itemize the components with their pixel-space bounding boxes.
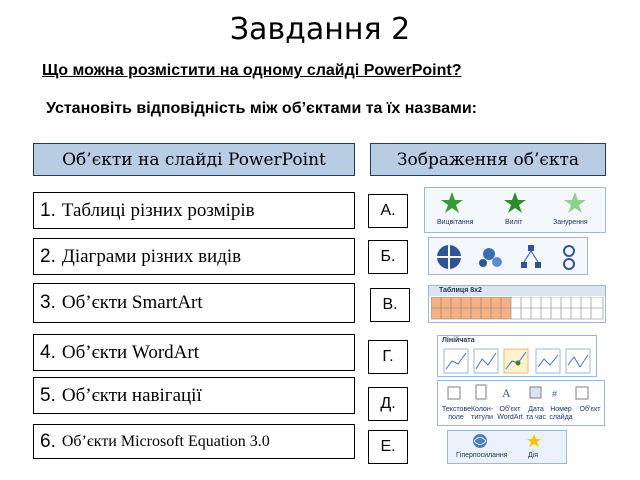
object-label: Таблиці різних розмірів [61,199,255,221]
effect-label: Занурення [553,219,588,226]
object-number: 3. [40,292,56,313]
insert-label: Об’єкт WordArt [497,406,523,421]
star-icon [441,192,463,213]
navigation-links-image: Гіперпосилання Дія [447,430,567,464]
object-number: 5. [40,384,56,406]
smartart-image [428,237,588,275]
chart-types-image: Лінійчата [437,335,597,377]
insert-label: Об’єкт [579,406,601,413]
letter-c: В. [370,288,410,322]
instruction-text: Установіть відповідність між об’єктами т… [46,100,477,117]
letter-d: Г. [368,340,408,374]
svg-text:A: A [502,386,511,400]
object-item-6: 6. Об’єкти Microsoft Equation 3.0 [33,424,355,459]
chart-category-label: Лінійчата [442,337,475,344]
images-header: Зображення об’єкта [370,143,606,176]
svg-text:#: # [552,389,557,399]
page-title: Завдання 2 [229,12,411,47]
star-icon [504,192,526,213]
star-icon [564,192,586,213]
object-item-3: 3. Об’єкти SmartArt [33,283,355,323]
insert-label: Номер слайда [549,406,573,421]
object-item-2: 2. Діаграми різних видів [33,238,355,275]
object-number: 6. [40,430,56,452]
hierarchy-icon [521,245,541,268]
object-item-1: 1. Таблиці різних розмірів [33,192,355,229]
object-number: 2. [40,245,56,267]
globe-icon [473,434,487,448]
action-label: Дія [528,452,539,459]
objects-header: Об’єкти на слайді PowerPoint [33,143,355,176]
insert-icons: A # [447,384,589,400]
star-icon [527,434,541,447]
cycle-icon [563,245,575,270]
table-grid-icon [431,297,604,320]
hyperlink-label: Гіперпосилання [456,452,508,459]
navigation-icons [473,434,541,448]
star-icons [441,192,586,213]
insert-label: Дата та час [526,406,547,421]
letter-f: Е. [368,430,408,464]
animation-effects-image: Вицвітання Виліт Занурення [424,187,606,233]
effect-label: Вицвітання [437,219,474,226]
letter-b: Б. [368,240,408,274]
matrix-icon [437,245,461,269]
table-size-label: Таблиця 8x2 [439,287,482,294]
insert-label: Колон- титули [470,406,494,421]
line-chart-icons [443,348,591,374]
object-number: 1. [40,199,56,221]
gear-icon [479,248,502,267]
letter-a: А. [368,194,408,228]
object-label: Об’єкти SmartArt [61,292,203,313]
object-label: Діаграми різних видів [61,245,242,267]
object-item-4: 4. Об’єкти WordArt [33,334,355,371]
effect-label: Виліт [505,219,523,226]
insert-label: Текстове поле [442,406,471,421]
smartart-icons [437,245,575,270]
letter-e: Д. [368,387,408,421]
object-number: 4. [40,341,56,363]
object-item-5: 5. Об’єкти навігації [33,377,355,414]
object-label: Об’єкти WordArt [61,341,199,363]
table-insert-image: Таблиця 8x2 [428,285,606,323]
question-text: Що можна розмістити на одному слайді Pow… [42,62,462,79]
object-label: Об’єкти Microsoft Equation 3.0 [61,432,270,450]
object-label: Об’єкти навігації [61,384,202,406]
insert-text-objects-image: A # Текстове поле Колон- титули Об’єкт W… [437,380,605,426]
